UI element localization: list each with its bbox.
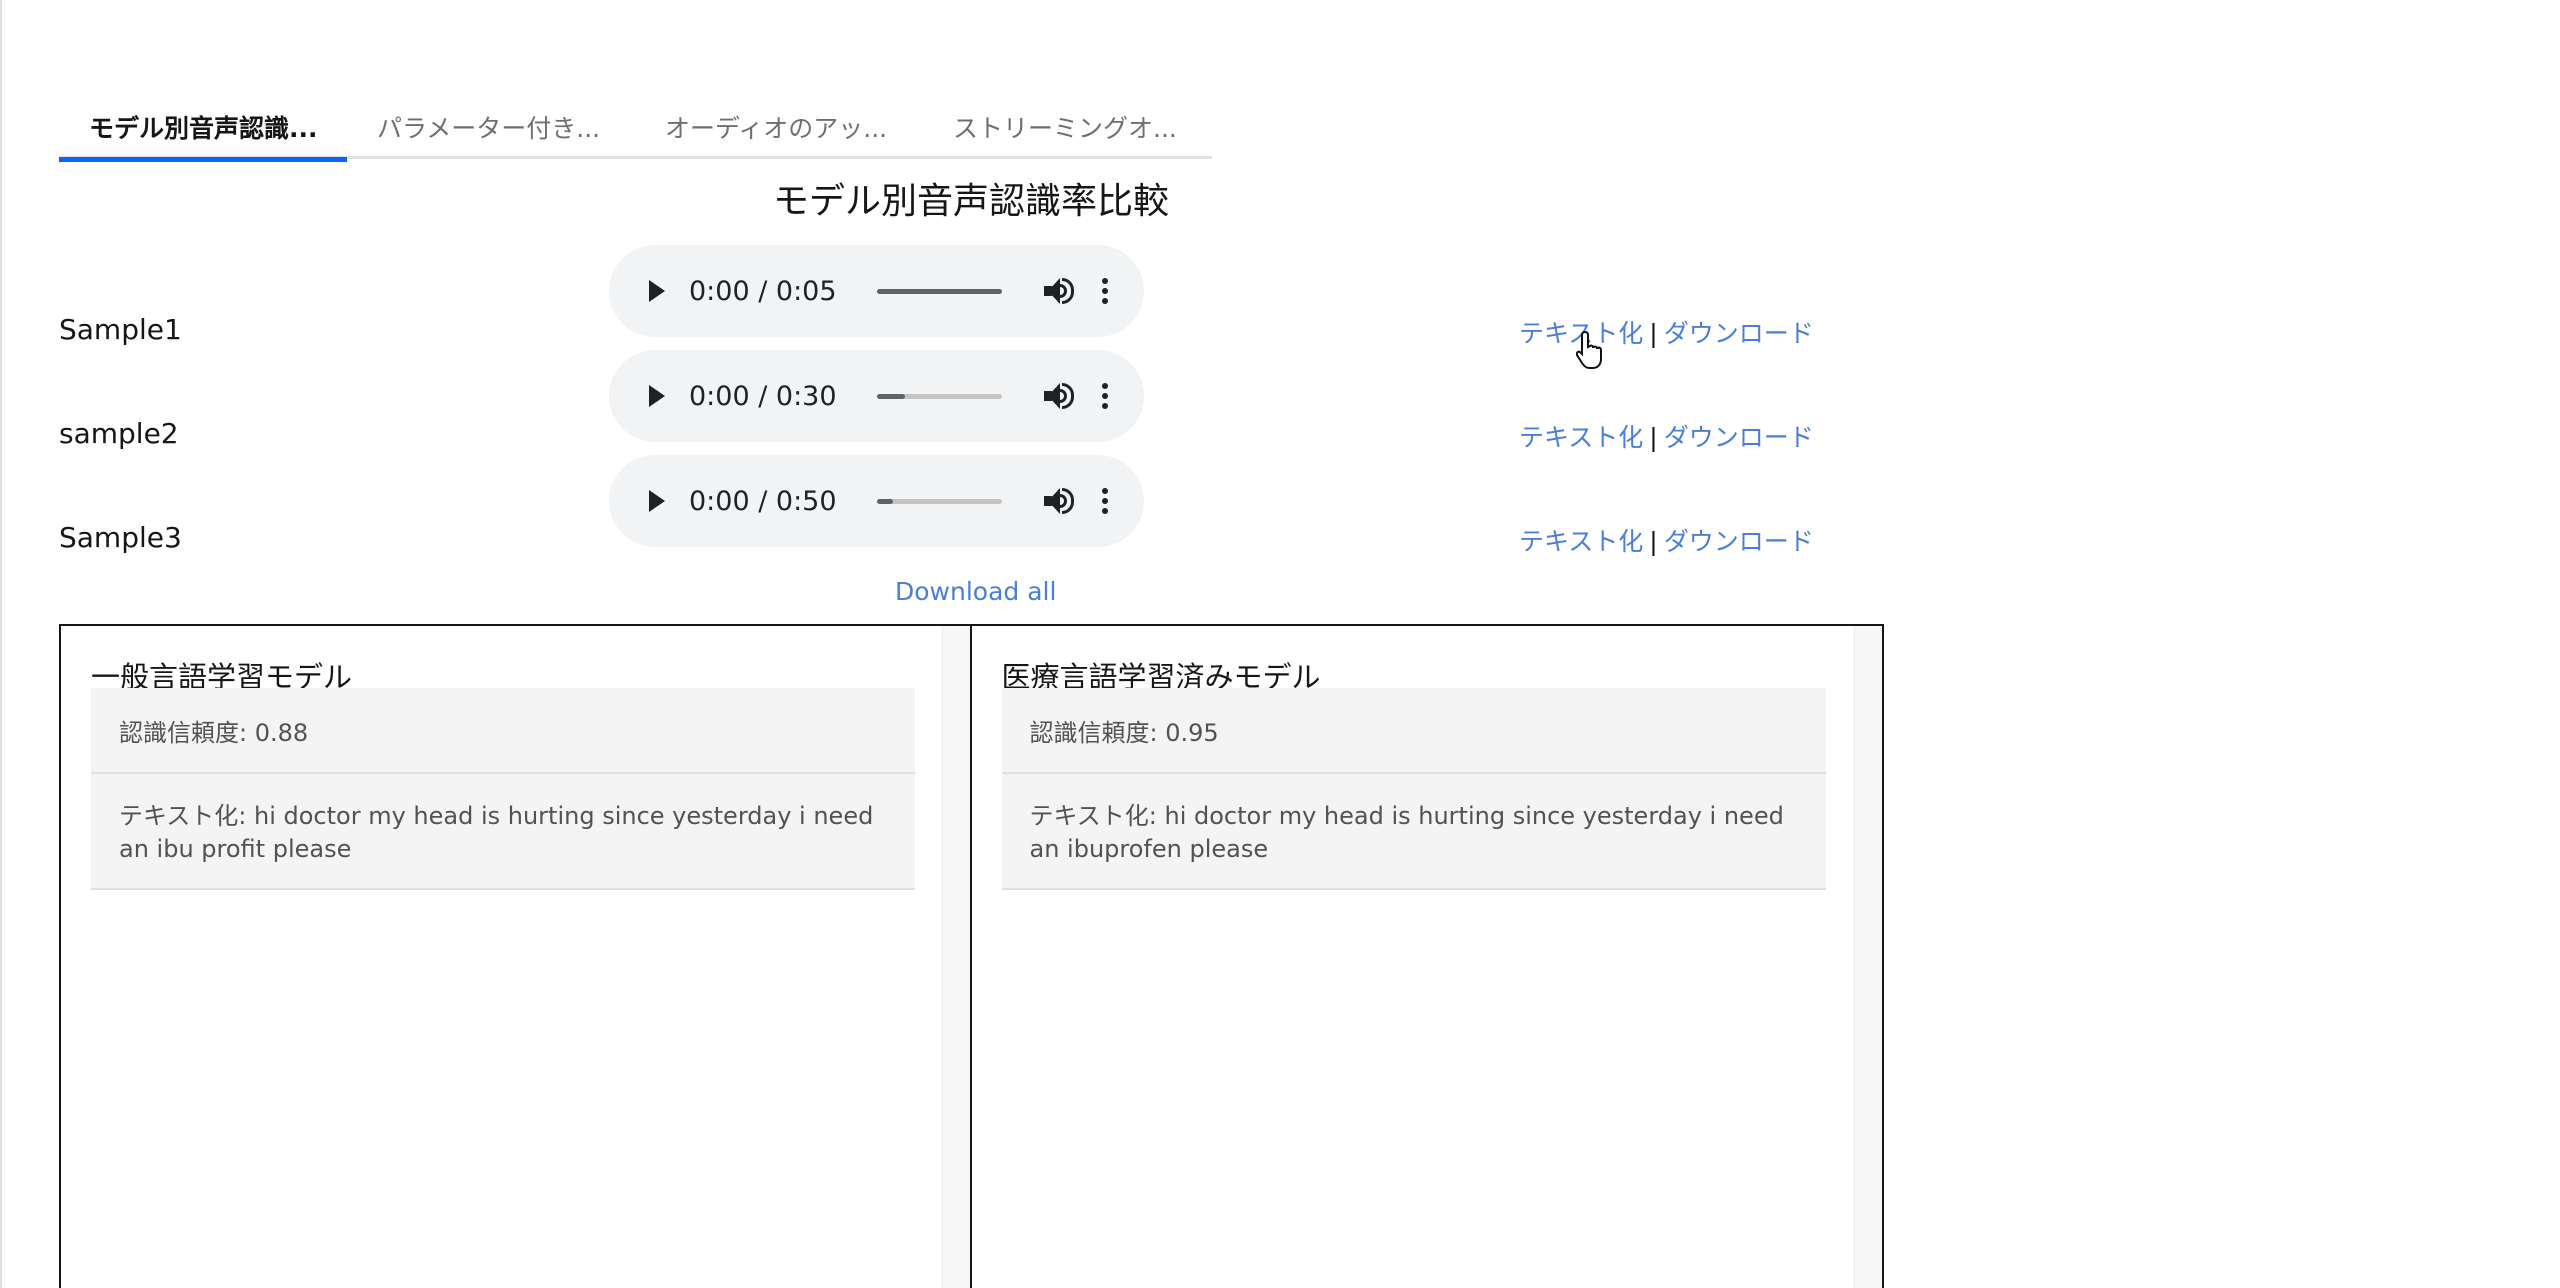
download-all-link[interactable]: Download all xyxy=(895,577,1056,606)
tab-streaming[interactable]: ストリーミングオ... xyxy=(923,95,1211,159)
volume-icon[interactable] xyxy=(1042,486,1076,516)
volume-icon[interactable] xyxy=(1042,381,1076,411)
sample-label: Sample3 xyxy=(59,521,182,554)
link-separator: | xyxy=(1649,423,1658,452)
results-panels: 一般言語学習モデル 認識信頼度: 0.88 テキスト化: hi doctor m… xyxy=(59,624,1884,1288)
scrollbar[interactable] xyxy=(941,626,970,1288)
medical-model-panel: 医療言語学習済みモデル 認識信頼度: 0.95 テキスト化: hi doctor… xyxy=(972,626,1882,1288)
tab-model-comparison[interactable]: モデル別音声認識... xyxy=(59,95,347,162)
tab-bar: モデル別音声認識... パラメーター付き... オーディオのアッ... ストリー… xyxy=(59,95,1212,162)
sample-label: Sample1 xyxy=(59,313,182,346)
link-separator: | xyxy=(1649,527,1658,556)
transcript-text: テキスト化: hi doctor my head is hurting sinc… xyxy=(91,774,915,890)
download-link[interactable]: ダウンロード xyxy=(1664,319,1814,348)
scrollbar[interactable] xyxy=(1854,626,1882,1288)
page-title: モデル別音声認識率比較 xyxy=(772,181,1169,222)
more-options-icon[interactable] xyxy=(1102,383,1108,409)
result-card: 認識信頼度: 0.95 テキスト化: hi doctor my head is … xyxy=(1001,688,1826,890)
result-card: 認識信頼度: 0.88 テキスト化: hi doctor my head is … xyxy=(91,688,915,890)
page: モデル別音声認識... パラメーター付き... オーディオのアッ... ストリー… xyxy=(0,0,2560,1288)
volume-icon[interactable] xyxy=(1042,276,1076,306)
sample-label: sample2 xyxy=(59,417,179,450)
transcript-text: テキスト化: hi doctor my head is hurting sinc… xyxy=(1001,774,1826,890)
general-model-panel: 一般言語学習モデル 認識信頼度: 0.88 テキスト化: hi doctor m… xyxy=(61,626,972,1288)
audio-seek-bar[interactable] xyxy=(877,393,1002,399)
transcribe-link[interactable]: テキスト化 xyxy=(1519,423,1643,452)
audio-player[interactable]: 0:00 / 0:30 xyxy=(609,350,1144,442)
more-options-icon[interactable] xyxy=(1102,488,1108,514)
audio-time: 0:00 / 0:30 xyxy=(689,380,837,412)
tab-parameters[interactable]: パラメーター付き... xyxy=(347,95,635,159)
audio-time: 0:00 / 0:50 xyxy=(689,485,837,517)
confidence-value: 認識信頼度: 0.95 xyxy=(1001,688,1826,774)
audio-player[interactable]: 0:00 / 0:05 xyxy=(609,245,1144,337)
link-separator: | xyxy=(1649,319,1658,348)
download-link[interactable]: ダウンロード xyxy=(1664,423,1814,452)
play-icon[interactable] xyxy=(649,490,665,512)
sample-actions: テキスト化 | ダウンロード xyxy=(1519,522,1814,558)
confidence-value: 認識信頼度: 0.88 xyxy=(91,688,915,774)
play-icon[interactable] xyxy=(649,280,665,302)
sample-actions: テキスト化 | ダウンロード xyxy=(1519,314,1814,350)
sample-actions: テキスト化 | ダウンロード xyxy=(1519,418,1814,454)
audio-seek-bar[interactable] xyxy=(877,498,1002,504)
audio-time: 0:00 / 0:05 xyxy=(689,275,837,307)
audio-player[interactable]: 0:00 / 0:50 xyxy=(609,455,1144,547)
download-link[interactable]: ダウンロード xyxy=(1664,527,1814,556)
play-icon[interactable] xyxy=(649,385,665,407)
audio-seek-bar[interactable] xyxy=(877,288,1002,294)
more-options-icon[interactable] xyxy=(1102,278,1108,304)
transcribe-link[interactable]: テキスト化 xyxy=(1519,527,1643,556)
tab-audio-upload[interactable]: オーディオのアッ... xyxy=(635,95,923,159)
hand-cursor-icon xyxy=(1576,330,1602,369)
